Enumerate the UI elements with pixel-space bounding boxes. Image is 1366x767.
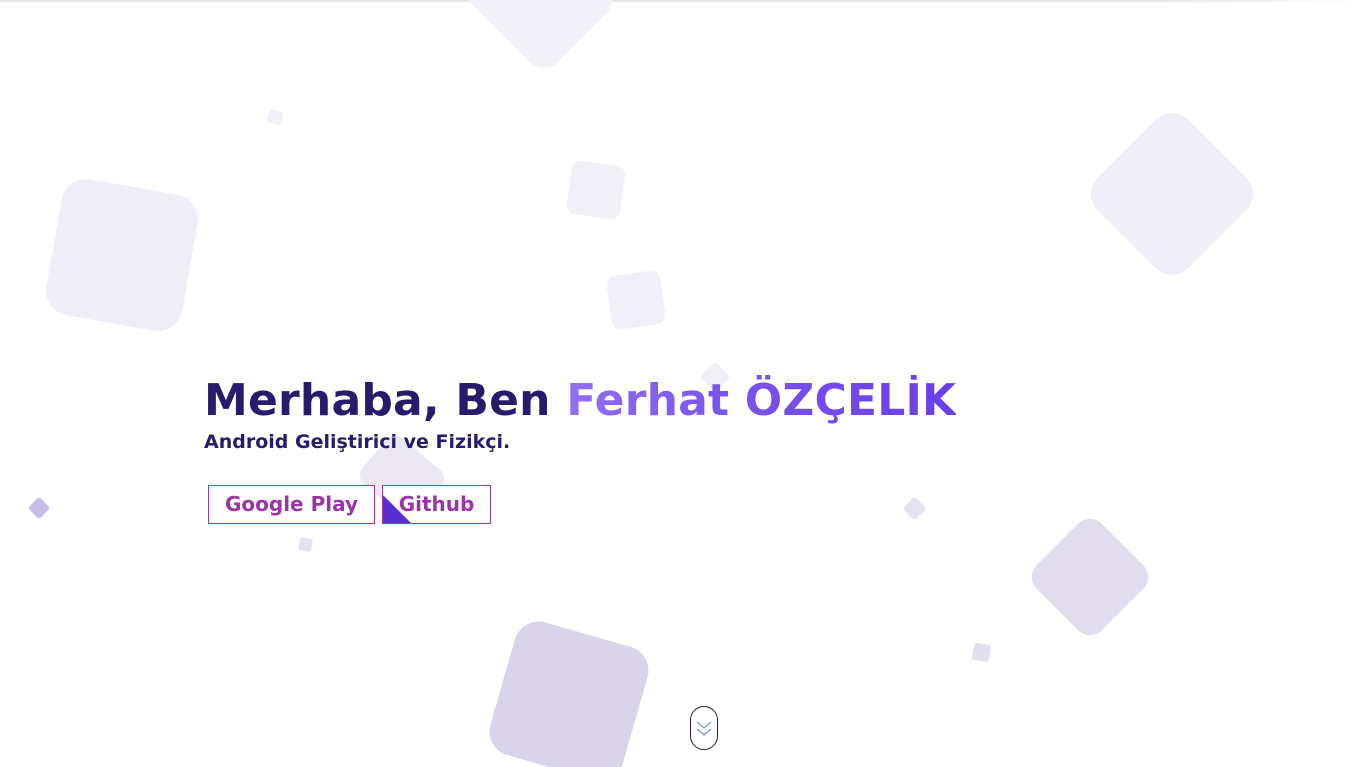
floating-shape [297,536,314,553]
hero-subtitle: Android Geliştirici ve Fizikçi. [204,431,511,453]
floating-shape [42,175,202,335]
hero-buttons: Google Play Github [208,485,491,524]
floating-shape [565,159,627,221]
top-divider [0,0,1366,2]
floating-shape [1081,103,1263,285]
greeting-text: Merhaba, Ben [204,375,567,426]
github-label: Github [398,492,475,516]
floating-shape [605,269,667,331]
floating-shape [266,108,284,126]
floating-shape [1024,511,1156,643]
floating-shape [458,0,622,77]
page: Merhaba, Ben Ferhat ÖZÇELİK Android Geli… [0,0,1366,767]
floating-shape [483,615,655,767]
github-button[interactable]: Github [382,485,491,524]
double-chevron-down-icon [696,721,712,736]
scroll-down-button[interactable] [690,706,718,750]
hero-section: Merhaba, Ben Ferhat ÖZÇELİK Android Geli… [204,372,1104,524]
google-play-button[interactable]: Google Play [208,485,375,524]
google-play-label: Google Play [224,492,359,516]
hero-heading: Merhaba, Ben Ferhat ÖZÇELİK [204,372,1104,430]
floating-shape [971,642,992,663]
floating-shape [27,496,51,520]
hero-name: Ferhat ÖZÇELİK [566,375,957,426]
floating-shape [902,496,927,521]
